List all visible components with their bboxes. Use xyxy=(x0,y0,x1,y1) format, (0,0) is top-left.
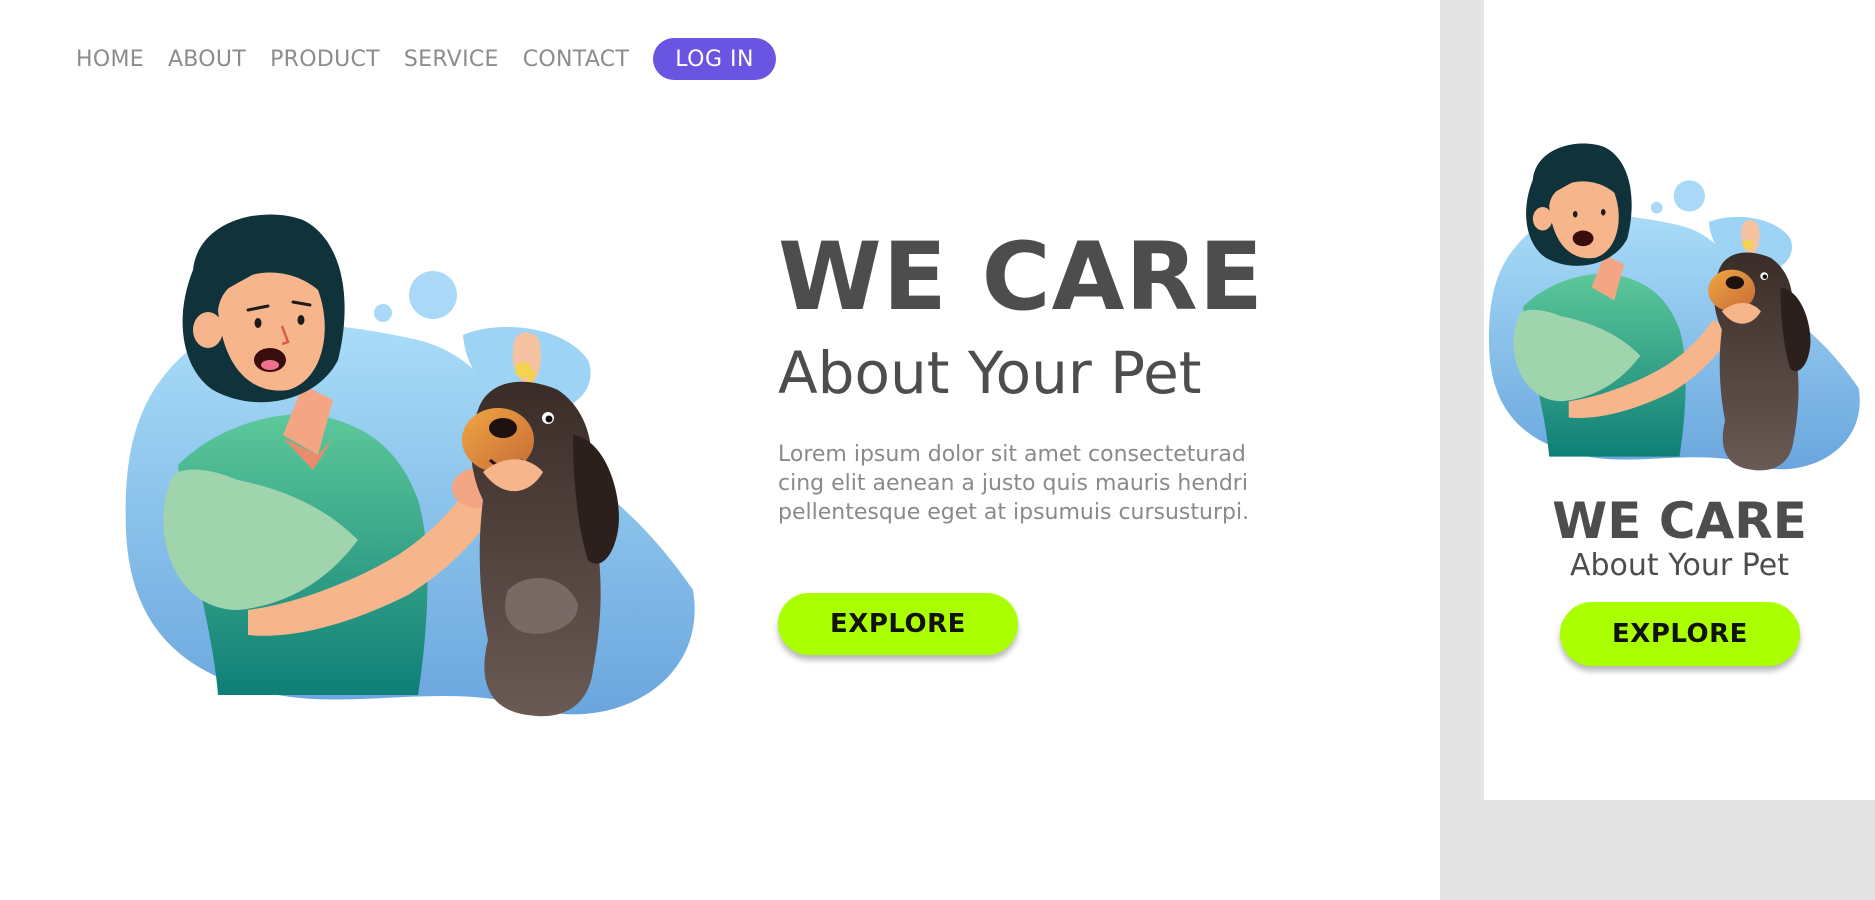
hero-description-line: cing elit aenean a justo quis mauris hen… xyxy=(778,471,1248,496)
nav-contact-link[interactable]: CONTACT xyxy=(523,47,629,72)
woman-applying-ear-drops-to-dog-icon xyxy=(1488,143,1860,471)
nav-product-link[interactable]: PRODUCT xyxy=(270,47,380,72)
hero-description: Lorem ipsum dolor sit amet consecteturad… xyxy=(778,440,1298,527)
woman-applying-ear-drops-to-dog-icon xyxy=(125,214,695,717)
nav-home-link[interactable]: HOME xyxy=(76,47,144,72)
hero-title: WE CARE xyxy=(778,223,1264,332)
mobile-hero-title: WE CARE xyxy=(1552,492,1807,550)
top-navigation: HOME ABOUT PRODUCT SERVICE CONTACT LOG I… xyxy=(76,38,776,80)
screen: HOME ABOUT PRODUCT SERVICE CONTACT LOG I… xyxy=(0,0,1875,900)
mobile-landing-preview: WE CARE About Your Pet EXPLORE xyxy=(1484,0,1875,800)
nav-service-link[interactable]: SERVICE xyxy=(404,47,499,72)
hero-description-line: pellentesque eget at ipsumuis cursusturp… xyxy=(778,500,1250,525)
login-button[interactable]: LOG IN xyxy=(653,38,776,80)
mobile-explore-button[interactable]: EXPLORE xyxy=(1560,602,1800,666)
hero-description-line: Lorem ipsum dolor sit amet consecteturad xyxy=(778,442,1246,467)
mobile-hero-subtitle: About Your Pet xyxy=(1569,548,1790,583)
hero-subtitle: About Your Pet xyxy=(778,339,1202,407)
desktop-landing-page: HOME ABOUT PRODUCT SERVICE CONTACT LOG I… xyxy=(0,0,1440,900)
explore-button[interactable]: EXPLORE xyxy=(778,593,1018,655)
nav-about-link[interactable]: ABOUT xyxy=(168,47,246,72)
